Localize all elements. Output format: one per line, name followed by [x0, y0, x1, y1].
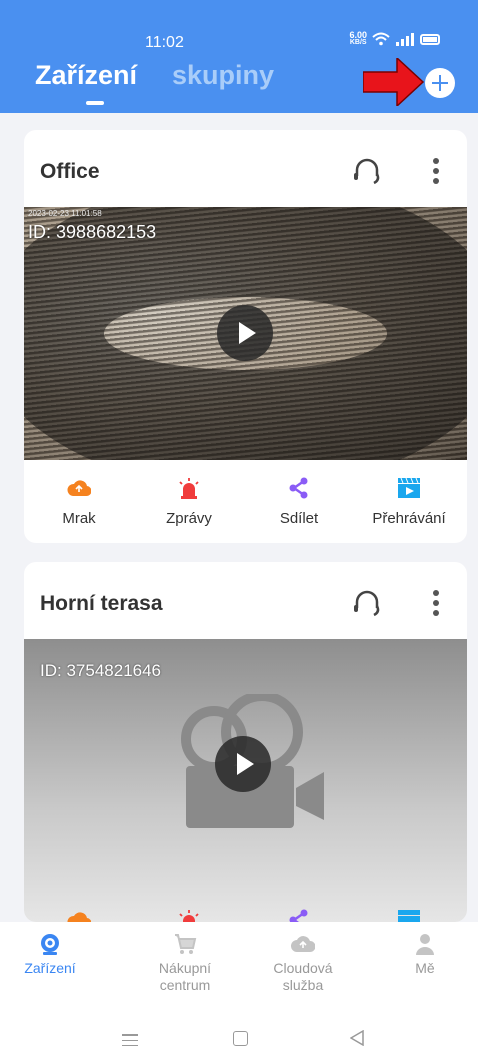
device-id-value: 3754821646 — [66, 661, 162, 680]
headset-icon[interactable] — [350, 586, 384, 620]
action-messages[interactable]: Zprávy — [134, 460, 244, 543]
action-share[interactable] — [244, 892, 354, 922]
playback-icon — [398, 477, 420, 498]
status-icons: 6.00 KB/S — [349, 31, 440, 47]
device-card: Office 2023-02-23 11:01:58 ID: 398868215… — [24, 130, 467, 543]
network-speed-value: 6.00 — [349, 30, 367, 40]
device-card: Horní terasa ID: 3754821646 — [24, 562, 467, 922]
nav-item-me[interactable]: Mě — [375, 922, 475, 1004]
device-id-label: ID: — [40, 661, 62, 680]
playback-icon — [398, 910, 420, 922]
user-icon — [416, 934, 434, 955]
red-arrow-annotation-icon — [363, 58, 425, 106]
network-speed-unit: KB/S — [349, 39, 367, 46]
camera-preview-placeholder[interactable]: ID: 3754821646 — [24, 639, 467, 922]
nav-item-shopping[interactable]: Nákupní centrum — [135, 922, 235, 1004]
action-share[interactable]: Sdílet — [244, 460, 354, 543]
share-icon — [289, 909, 308, 922]
nav-label: Mě — [415, 960, 435, 976]
recent-apps-icon[interactable] — [122, 1034, 138, 1046]
play-button[interactable] — [217, 305, 273, 361]
device-id-label: ID: — [28, 222, 52, 242]
action-label: Přehrávání — [372, 510, 446, 527]
cloud-icon — [67, 480, 91, 497]
camera-preview[interactable]: 2023-02-23 11:01:58 ID: 3988682153 — [24, 207, 467, 460]
more-options-icon[interactable] — [424, 584, 448, 622]
nav-label: Nákupní centrum — [158, 960, 212, 993]
device-actions: Mrak Zprávy Sdílet Přehrávání — [24, 460, 467, 543]
device-name: Horní terasa — [40, 592, 163, 615]
status-time: 11:02 — [145, 34, 184, 51]
tab-groups[interactable]: skupiny — [172, 60, 274, 91]
action-label: Sdílet — [279, 510, 319, 527]
share-icon — [289, 477, 308, 499]
cloud-icon — [67, 912, 91, 922]
action-messages[interactable] — [134, 892, 244, 922]
system-navigation-bar — [0, 1004, 478, 1046]
tab-devices[interactable]: Zařízení — [35, 60, 137, 91]
camera-icon — [41, 934, 59, 955]
back-icon[interactable] — [350, 1030, 364, 1046]
cart-icon — [175, 934, 197, 954]
home-icon[interactable] — [233, 1031, 248, 1046]
action-playback[interactable]: Přehrávání — [354, 460, 464, 543]
device-id-value: 3988682153 — [56, 222, 157, 242]
device-actions-partial — [24, 902, 467, 922]
action-label: Mrak — [62, 510, 96, 527]
nav-item-cloud[interactable]: Cloudová služba — [253, 922, 353, 1004]
cloud-icon — [291, 936, 315, 952]
network-speed: 6.00 KB/S — [349, 31, 367, 47]
bottom-navigation: Zařízení Nákupní centrum Cloudová služba… — [0, 922, 478, 1004]
alarm-icon — [179, 478, 199, 499]
battery-icon — [420, 33, 440, 45]
nav-label: Zařízení — [24, 960, 76, 976]
tab-indicator — [86, 101, 104, 105]
action-label: Zprávy — [166, 510, 212, 527]
action-playback[interactable] — [354, 892, 464, 922]
wifi-icon — [372, 32, 390, 46]
headset-icon[interactable] — [350, 154, 384, 188]
top-app-bar: 11:02 6.00 KB/S Zařízení skupiny — [0, 0, 478, 113]
device-id: ID: 3754821646 — [40, 661, 161, 681]
action-cloud[interactable] — [24, 892, 134, 922]
more-options-icon[interactable] — [424, 152, 448, 190]
nav-label: Cloudová služba — [273, 960, 333, 993]
device-id: ID: 3988682153 — [28, 222, 156, 243]
signal-icon — [396, 33, 414, 46]
alarm-icon — [179, 910, 199, 922]
action-cloud[interactable]: Mrak — [24, 460, 134, 543]
nav-item-devices[interactable]: Zařízení — [0, 922, 100, 1004]
osd-timestamp: 2023-02-23 11:01:58 — [28, 209, 102, 218]
play-button[interactable] — [215, 736, 271, 792]
device-name: Office — [40, 160, 100, 183]
add-device-button[interactable] — [425, 68, 455, 98]
